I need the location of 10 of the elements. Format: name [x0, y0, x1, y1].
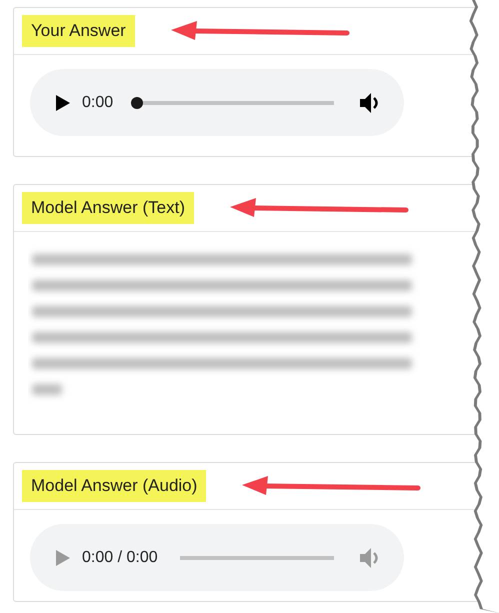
- play-button[interactable]: [56, 94, 70, 110]
- play-icon: [56, 550, 70, 566]
- section-title: Your Answer: [22, 15, 135, 47]
- time-display: 0:00: [82, 94, 114, 112]
- section-title: Model Answer (Text): [22, 192, 194, 224]
- play-icon: [56, 94, 70, 110]
- section-title: Model Answer (Audio): [22, 470, 206, 502]
- time-display: 0:00 / 0:00: [82, 548, 158, 566]
- progress-thumb[interactable]: [131, 96, 144, 108]
- audio-player[interactable]: 0:00: [30, 69, 404, 136]
